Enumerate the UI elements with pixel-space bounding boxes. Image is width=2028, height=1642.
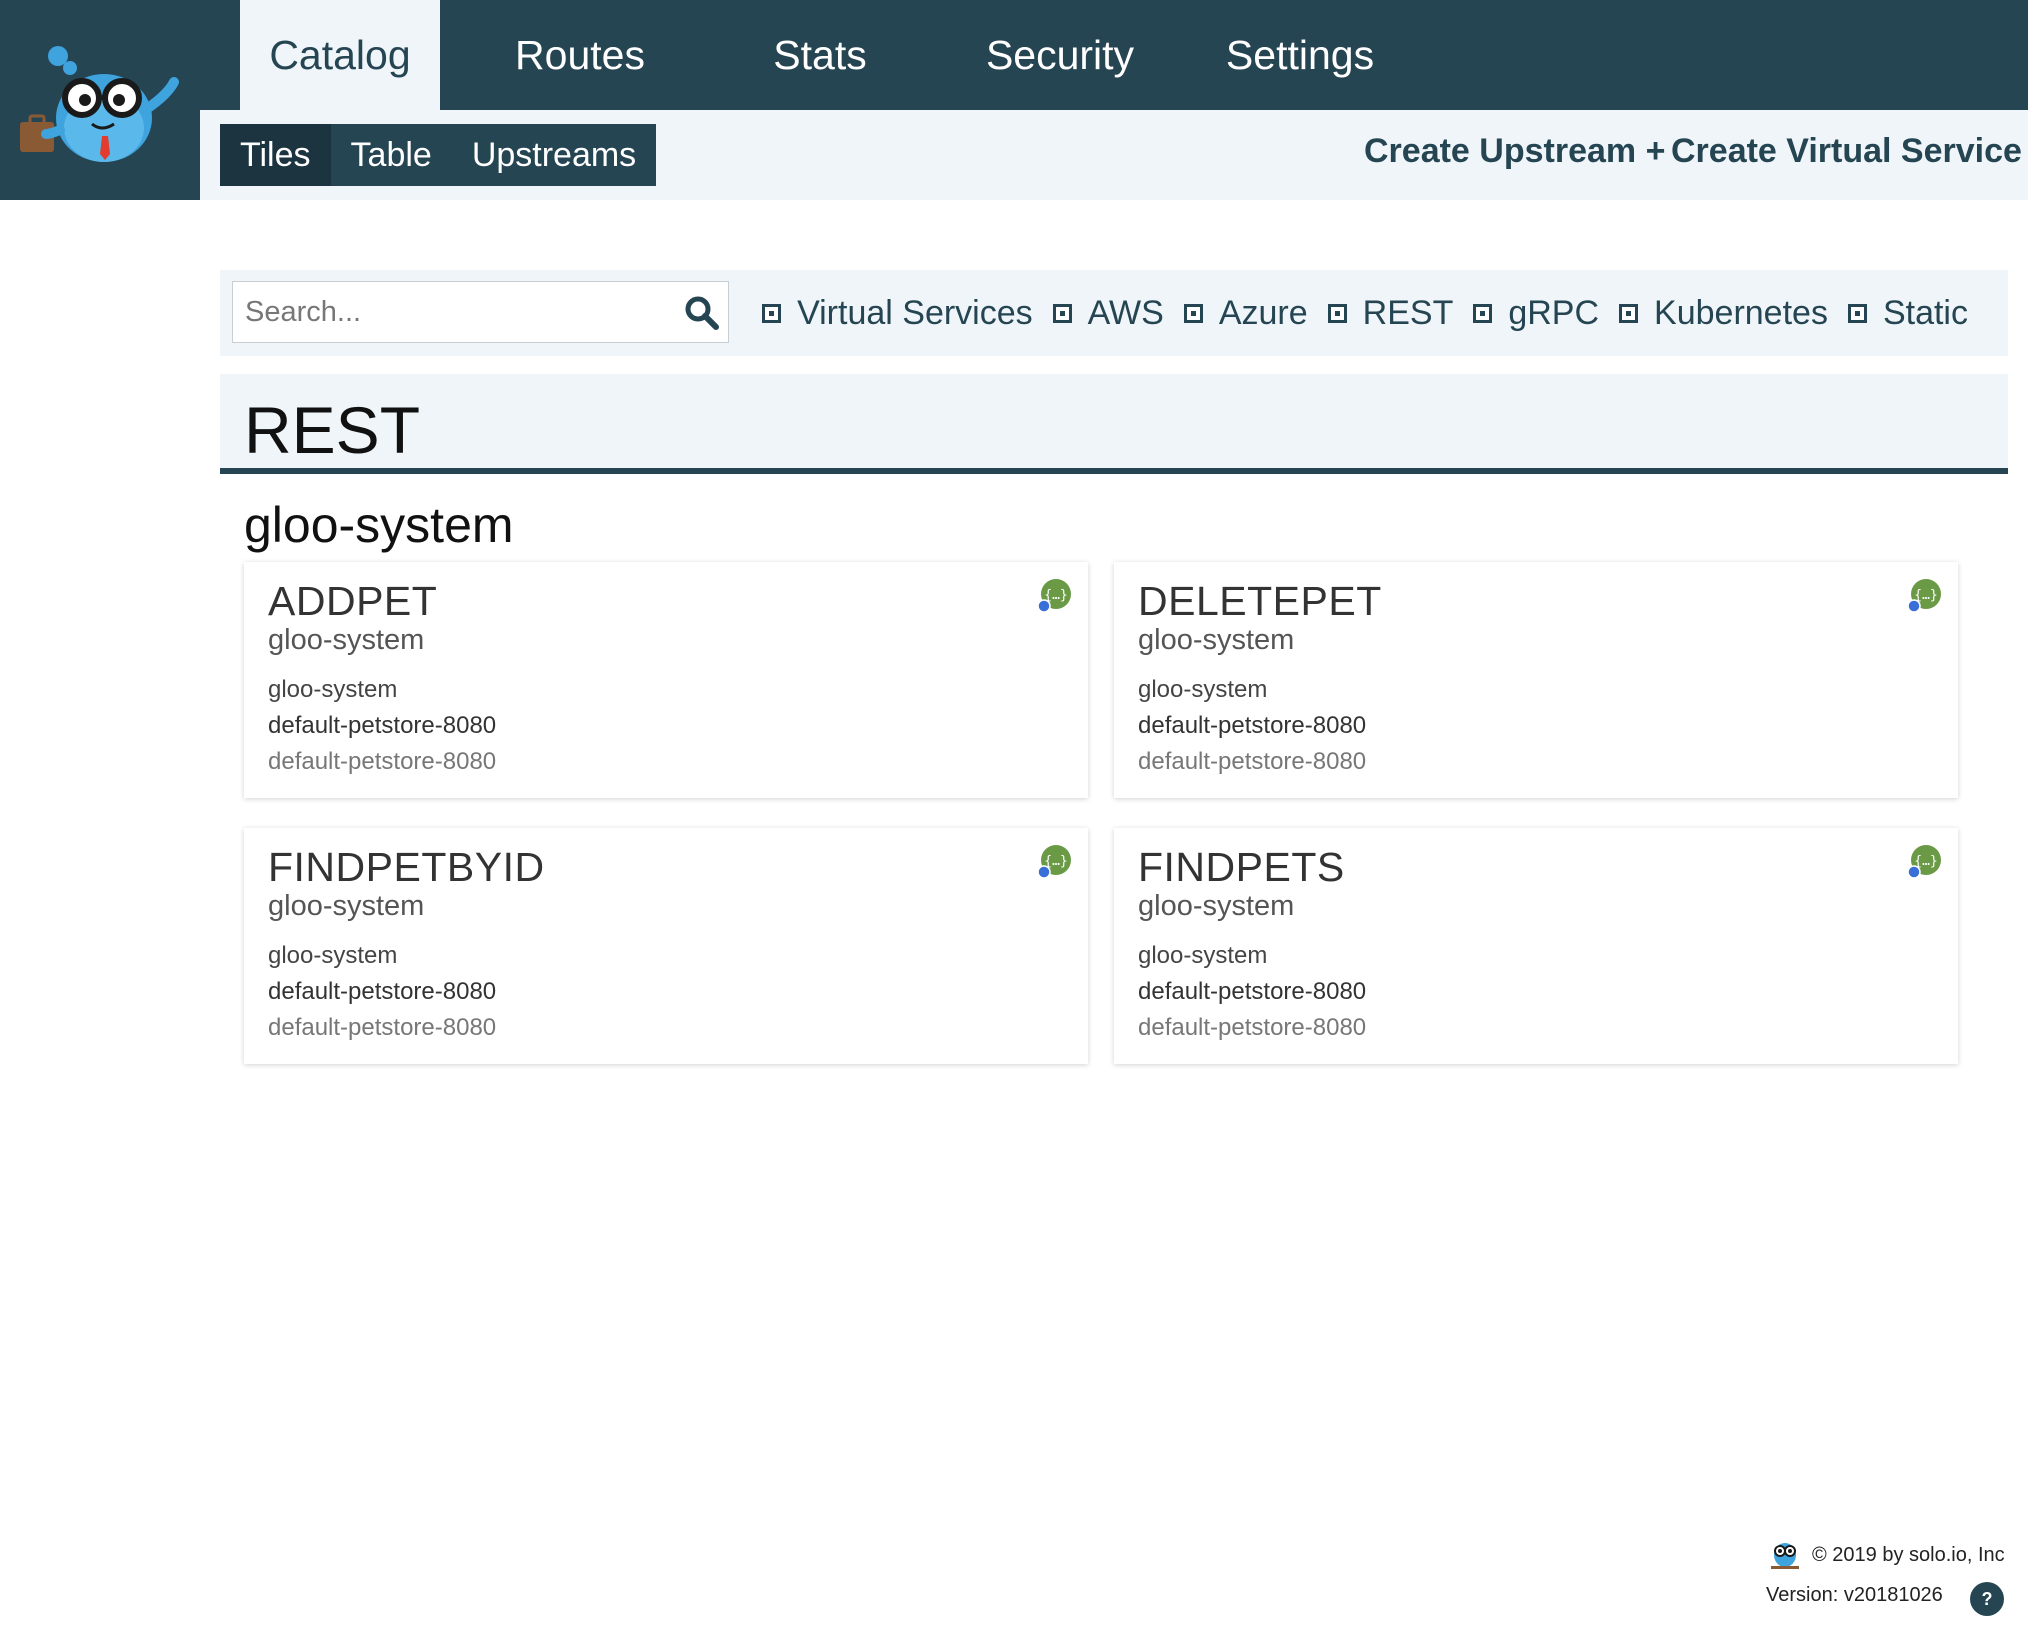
create-virtual-service-button[interactable]: Create Virtual Service + [1671, 132, 2028, 171]
help-button[interactable]: ? [1970, 1582, 2004, 1616]
search-box [232, 281, 729, 343]
filter-label: Azure [1218, 293, 1308, 332]
filter-label: Virtual Services [797, 293, 1033, 332]
card-upstream: default-petstore-8080 [268, 978, 497, 1005]
card-subtitle: gloo-system [1138, 890, 1295, 922]
copyright-text: © 2019 by solo.io, Inc [1812, 1544, 2005, 1566]
filter-kubernetes[interactable]: Kubernetes [1616, 293, 1828, 333]
card-subtitle: gloo-system [268, 890, 425, 922]
card-upstream-detail: default-petstore-8080 [268, 748, 497, 775]
gloo-logo[interactable] [0, 0, 200, 200]
tab-upstreams[interactable]: Upstreams [452, 124, 656, 186]
rest-function-icon: {…} [1907, 579, 1941, 613]
filter-rest[interactable]: REST [1324, 293, 1454, 333]
card-upstream: default-petstore-8080 [268, 712, 497, 739]
filter-label: AWS [1087, 293, 1164, 332]
checkbox-icon[interactable] [759, 300, 785, 326]
function-card[interactable]: DELETEPET gloo-system gloo-system defaul… [1114, 562, 1958, 798]
card-title: FINDPETBYID [268, 844, 545, 890]
filter-static[interactable]: Static [1844, 293, 1968, 333]
filter-label: gRPC [1508, 293, 1600, 332]
card-subtitle: gloo-system [268, 624, 425, 656]
rest-function-icon: {…} [1907, 845, 1941, 879]
type-filters: Virtual Services AWS Azure REST gRPC Kub… [759, 270, 1968, 356]
card-namespace: gloo-system [268, 942, 398, 969]
section-header: REST [220, 374, 2008, 474]
function-card[interactable]: FINDPETBYID gloo-system gloo-system defa… [244, 828, 1088, 1064]
filter-label: Kubernetes [1654, 293, 1828, 332]
search-input[interactable] [233, 282, 663, 342]
tab-catalog[interactable]: Catalog [240, 0, 440, 110]
tab-table[interactable]: Table [331, 124, 452, 186]
function-card[interactable]: ADDPET gloo-system gloo-system default-p… [244, 562, 1088, 798]
filter-aws[interactable]: AWS [1049, 293, 1164, 333]
card-title: ADDPET [268, 578, 438, 624]
card-upstream-detail: default-petstore-8080 [1138, 748, 1367, 775]
group-title: gloo-system [244, 497, 514, 553]
tab-security[interactable]: Security [950, 0, 1170, 110]
card-upstream-detail: default-petstore-8080 [268, 1014, 497, 1041]
card-subtitle: gloo-system [1138, 624, 1295, 656]
checkbox-icon[interactable] [1844, 300, 1870, 326]
card-namespace: gloo-system [1138, 676, 1268, 703]
filter-virtual-services[interactable]: Virtual Services [759, 293, 1033, 333]
checkbox-icon[interactable] [1049, 300, 1075, 326]
gloo-mascot-icon [20, 46, 179, 162]
checkbox-icon[interactable] [1324, 300, 1350, 326]
function-card[interactable]: FINDPETS gloo-system gloo-system default… [1114, 828, 1958, 1064]
version-text: Version: v20181026 [1766, 1584, 1943, 1606]
filter-label: REST [1362, 293, 1454, 332]
card-namespace: gloo-system [1138, 942, 1268, 969]
sub-navigation-bar: Tiles Table Upstreams Create Upstream + … [200, 110, 2028, 200]
create-upstream-button[interactable]: Create Upstream + [1364, 132, 1665, 171]
tab-settings[interactable]: Settings [1190, 0, 1410, 110]
checkbox-icon[interactable] [1616, 300, 1642, 326]
filter-label: Static [1882, 293, 1968, 332]
card-upstream: default-petstore-8080 [1138, 712, 1367, 739]
card-title: FINDPETS [1138, 844, 1345, 890]
card-title: DELETEPET [1138, 578, 1382, 624]
tab-stats[interactable]: Stats [710, 0, 930, 110]
checkbox-icon[interactable] [1470, 300, 1496, 326]
tab-routes[interactable]: Routes [470, 0, 690, 110]
filter-bar: Virtual Services AWS Azure REST gRPC Kub… [220, 270, 2008, 356]
card-upstream: default-petstore-8080 [1138, 978, 1367, 1005]
top-navigation-bar: Catalog Routes Stats Security Settings [0, 0, 2028, 110]
filter-azure[interactable]: Azure [1180, 293, 1308, 333]
view-toggle: Tiles Table Upstreams [220, 124, 657, 186]
checkbox-icon[interactable] [1180, 300, 1206, 326]
rest-function-icon: {…} [1037, 579, 1071, 613]
card-upstream-detail: default-petstore-8080 [1138, 1014, 1367, 1041]
solo-owl-icon [1771, 1543, 1799, 1569]
rest-function-icon: {…} [1037, 845, 1071, 879]
filter-grpc[interactable]: gRPC [1470, 293, 1600, 333]
card-namespace: gloo-system [268, 676, 398, 703]
section-title: REST [244, 393, 421, 467]
tab-tiles[interactable]: Tiles [220, 124, 331, 186]
search-icon[interactable] [684, 295, 720, 331]
